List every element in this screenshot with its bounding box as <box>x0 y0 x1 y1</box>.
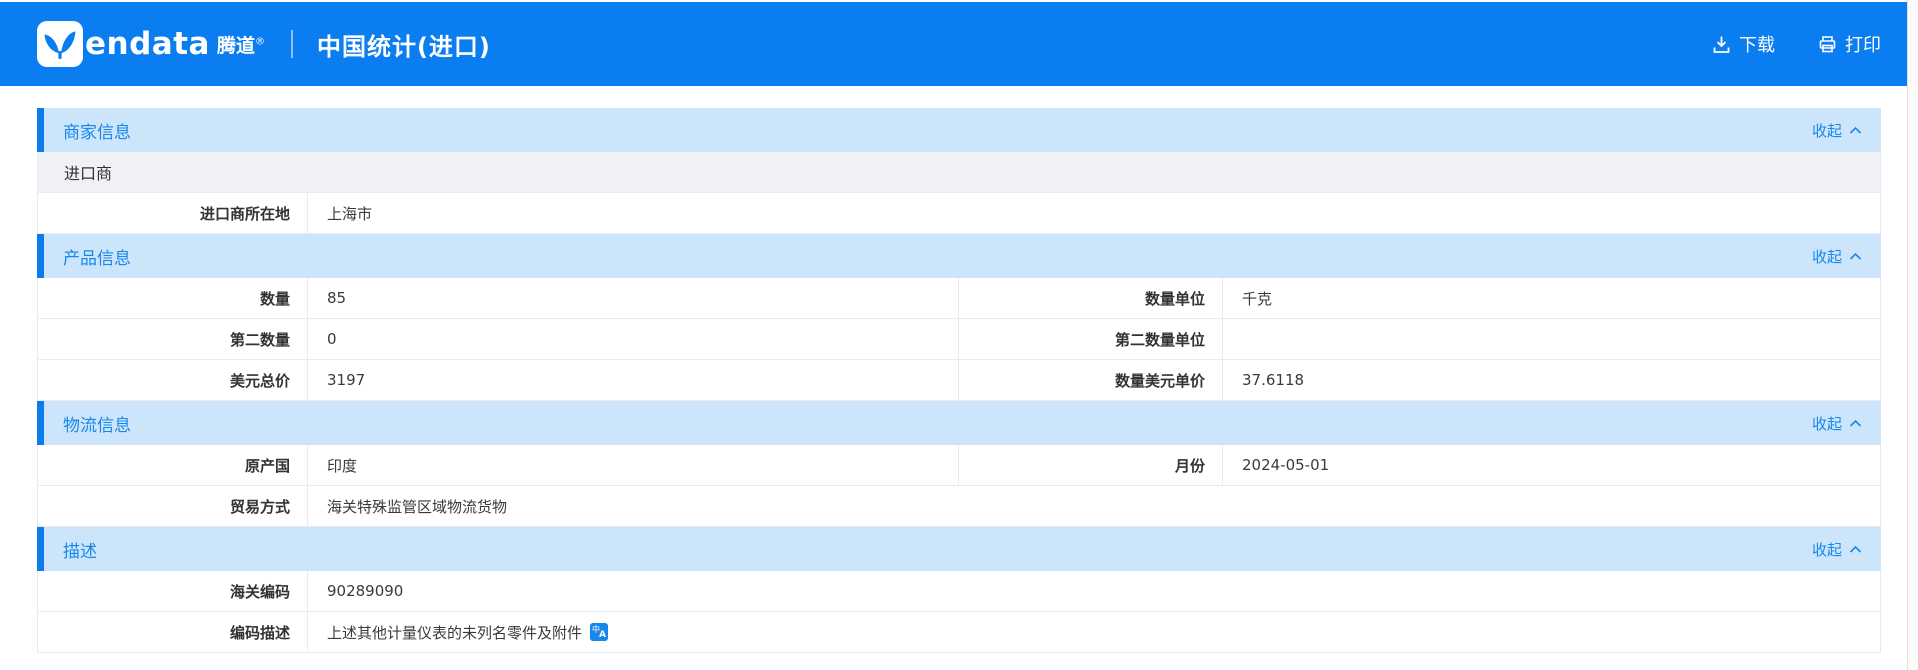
table-row: 海关编码 90289090 <box>37 571 1881 612</box>
field-label: 美元总价 <box>38 360 308 400</box>
field-value: 0 <box>308 319 959 359</box>
section-header-description: 描述 收起 <box>37 527 1881 571</box>
field-value: 3197 <box>308 360 959 400</box>
collapse-button-merchant[interactable]: 收起 <box>1812 120 1862 141</box>
chevron-up-icon <box>1849 252 1862 260</box>
table-row: 第二数量 0 第二数量单位 <box>37 319 1881 360</box>
field-label: 海关编码 <box>38 571 308 611</box>
field-label: 月份 <box>959 445 1223 485</box>
field-label: 第二数量单位 <box>959 319 1223 359</box>
chevron-up-icon <box>1849 545 1862 553</box>
print-label: 打印 <box>1845 35 1881 56</box>
field-value <box>1223 319 1880 359</box>
collapse-button-logistics[interactable]: 收起 <box>1812 413 1862 434</box>
field-value: 海关特殊监管区域物流货物 <box>327 497 508 516</box>
printer-icon <box>1819 35 1836 52</box>
section-header-product: 产品信息 收起 <box>37 234 1881 278</box>
collapse-label: 收起 <box>1811 414 1842 433</box>
translate-icon[interactable]: 中 A <box>590 623 609 641</box>
translate-en-glyph: A <box>599 630 607 640</box>
field-value-with-icon: 上述其他计量仪表的未列名零件及附件 中 A <box>308 612 1880 652</box>
scrollbar[interactable] <box>1907 0 1918 670</box>
table-row: 编码描述 上述其他计量仪表的未列名零件及附件 中 A <box>37 612 1881 653</box>
table-row: 进口商所在地 上海市 <box>37 193 1881 234</box>
download-button[interactable]: 下载 <box>1711 31 1775 57</box>
field-label: 数量 <box>38 278 308 318</box>
table-row: 原产国 印度 月份 2024-05-01 <box>37 445 1881 486</box>
chevron-up-icon <box>1849 419 1862 427</box>
download-icon <box>1713 36 1730 53</box>
tendata-logo-icon[interactable] <box>37 21 83 67</box>
field-label: 第二数量 <box>38 319 308 359</box>
tendata-leaf-glyph <box>44 31 76 59</box>
field-value: 印度 <box>308 445 959 485</box>
field-value: 37.6118 <box>1242 371 1305 389</box>
collapse-button-product[interactable]: 收起 <box>1812 246 1862 267</box>
detail-panel: 商家信息 收起 进口商 进口商所在地 上海市 产品信息 收起 数量 85 数量单… <box>37 108 1881 653</box>
table-row: 进口商 <box>37 152 1881 193</box>
field-label: 原产国 <box>38 445 308 485</box>
section-header-logistics: 物流信息 收起 <box>37 401 1881 445</box>
app-header: endata 腾道® 中国统计(进口) 下载 打印 <box>0 2 1918 86</box>
field-value: 千克 <box>1242 289 1273 308</box>
collapse-label: 收起 <box>1811 121 1842 140</box>
header-divider <box>290 30 293 58</box>
field-label: 数量美元单价 <box>959 360 1223 400</box>
brand-wordmark: endata <box>85 26 210 62</box>
field-value: 90289090 <box>327 582 404 600</box>
brand-cjk: 腾道® <box>216 34 265 57</box>
download-label: 下载 <box>1739 35 1775 56</box>
field-label: 贸易方式 <box>38 486 308 526</box>
page-title: 中国统计(进口) <box>316 32 491 61</box>
registered-mark: ® <box>254 36 265 48</box>
field-value: 上海市 <box>327 204 373 223</box>
section-title: 商家信息 <box>63 122 131 143</box>
collapse-label: 收起 <box>1811 247 1842 266</box>
table-row: 数量 85 数量单位 千克 <box>37 278 1881 319</box>
section-title: 描述 <box>63 541 97 562</box>
field-value: 85 <box>308 278 959 318</box>
table-row: 贸易方式 海关特殊监管区域物流货物 <box>37 486 1881 527</box>
field-label: 数量单位 <box>959 278 1223 318</box>
header-actions: 下载 打印 <box>1711 31 1881 57</box>
banner-text: 进口商 <box>64 164 113 183</box>
collapse-label: 收起 <box>1811 540 1842 559</box>
section-title: 物流信息 <box>63 415 131 436</box>
chevron-up-icon <box>1849 126 1862 134</box>
section-title: 产品信息 <box>63 248 131 269</box>
field-value: 2024-05-01 <box>1242 456 1330 474</box>
field-label: 编码描述 <box>38 612 308 652</box>
field-value: 上述其他计量仪表的未列名零件及附件 <box>327 623 583 642</box>
table-row: 美元总价 3197 数量美元单价 37.6118 <box>37 360 1881 401</box>
collapse-button-description[interactable]: 收起 <box>1812 539 1862 560</box>
field-label: 进口商所在地 <box>38 193 308 233</box>
print-button[interactable]: 打印 <box>1817 31 1881 57</box>
section-header-merchant: 商家信息 收起 <box>37 108 1881 152</box>
